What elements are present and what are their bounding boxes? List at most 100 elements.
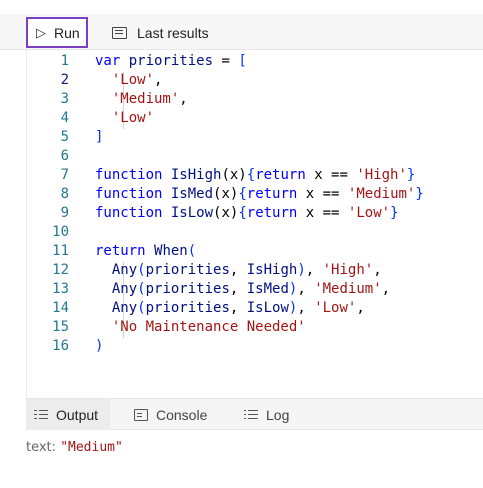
line-number: 14 — [52, 300, 69, 316]
code-text: function IsMed(x){return x == 'Medium'} — [95, 186, 424, 202]
code-token: = — [213, 53, 239, 69]
code-token: ) — [297, 262, 306, 278]
code-token: 'Medium' — [111, 91, 180, 107]
bottom-tabbar: Output Console Log — [26, 398, 483, 430]
code-token: priorities — [128, 53, 214, 69]
code-token: Any — [111, 281, 138, 297]
code-line[interactable]: 3 'Medium', — [27, 91, 483, 110]
code-text: Any(priorities, IsHigh), 'High', — [95, 262, 382, 278]
code-token: Any — [111, 262, 138, 278]
code-token: priorities — [145, 281, 230, 297]
code-token: 'Low' — [314, 300, 357, 316]
line-number: 7 — [60, 167, 69, 183]
run-button[interactable]: ▷ Run — [26, 17, 88, 48]
code-token: 'Low' — [347, 205, 391, 221]
code-token: ) — [95, 338, 104, 354]
code-token: IsLow — [170, 205, 214, 221]
code-token: priorities — [145, 262, 230, 278]
code-line[interactable]: 5] — [27, 129, 483, 148]
code-token: } — [415, 186, 424, 202]
code-token: , — [373, 262, 382, 278]
code-token: return — [255, 167, 306, 183]
code-token: ] — [95, 129, 104, 145]
code-token: IsHigh — [246, 262, 298, 278]
log-icon — [244, 409, 258, 421]
line-number: 9 — [60, 205, 69, 221]
code-token: } — [390, 205, 399, 221]
code-token: , — [229, 262, 247, 278]
code-token: { — [238, 186, 247, 202]
code-text: ] — [95, 129, 103, 145]
code-token: (x) — [221, 167, 247, 183]
code-line[interactable]: 2 'Low', — [27, 72, 483, 91]
run-button-label: Run — [54, 24, 80, 41]
code-token: { — [238, 205, 247, 221]
code-line[interactable]: 10 — [27, 224, 483, 243]
code-token: function — [95, 186, 163, 202]
line-number: 10 — [52, 224, 69, 240]
code-editor[interactable]: 1 var priorities = [2 'Low', 3 'Medium', 4 … — [26, 50, 483, 398]
code-text: 'Low', — [95, 72, 163, 88]
code-token: 'Medium' — [347, 186, 416, 202]
code-token: , — [381, 281, 391, 297]
code-line[interactable]: 7 function IsHigh(x){return x == 'High'} — [27, 167, 483, 186]
results-icon — [112, 26, 127, 39]
code-token: , — [229, 300, 247, 316]
code-line[interactable]: 8 function IsMed(x){return x == 'Medium'} — [27, 186, 483, 205]
code-line[interactable]: 6 — [27, 148, 483, 167]
code-token: 'Low' — [111, 110, 155, 126]
code-line[interactable]: 14 Any(priorities, IsLow), 'Low', — [27, 300, 483, 319]
code-line[interactable]: 1 var priorities = [ — [27, 53, 483, 72]
code-text: 'Medium', — [95, 91, 188, 107]
line-number: 1 — [60, 53, 69, 69]
line-number: 3 — [60, 91, 69, 107]
line-number: 12 — [52, 262, 69, 278]
tab-console-label: Console — [156, 406, 208, 423]
output-key: text: — [26, 440, 57, 455]
output-panel: text: "Medium" — [26, 440, 123, 455]
code-token: , — [297, 281, 315, 297]
code-token: 'High' — [356, 167, 407, 183]
tab-output[interactable]: Output — [26, 399, 110, 430]
code-token: x == — [305, 167, 357, 183]
code-token: , — [229, 281, 247, 297]
code-token: return — [95, 243, 146, 259]
code-text: 'No Maintenance Needed' — [95, 319, 306, 335]
code-token: } — [406, 167, 416, 183]
code-text: Any(priorities, IsMed), 'Medium', — [95, 281, 390, 297]
code-token: (x) — [213, 205, 239, 221]
code-text: function IsLow(x){return x == 'Low'} — [95, 205, 399, 221]
code-line[interactable]: 4 'Low' — [27, 110, 483, 129]
code-line[interactable]: 13 Any(priorities, IsMed), 'Medium', — [27, 281, 483, 300]
code-token: (x) — [213, 186, 239, 202]
code-token: 'Medium' — [314, 281, 382, 297]
tab-output-label: Output — [56, 406, 99, 423]
line-number: 15 — [52, 319, 69, 335]
code-line[interactable]: 15 'No Maintenance Needed' — [27, 319, 483, 338]
code-token: x == — [297, 205, 348, 221]
code-text: ) — [95, 338, 103, 354]
code-token: , — [297, 300, 315, 316]
code-line[interactable]: 16) — [27, 338, 483, 357]
code-line[interactable]: 9 function IsLow(x){return x == 'Low'} — [27, 205, 483, 224]
output-value: "Medium" — [60, 440, 123, 455]
play-icon: ▷ — [36, 24, 46, 40]
code-token: function — [95, 205, 163, 221]
code-text: function IsHigh(x){return x == 'High'} — [95, 167, 415, 183]
code-token: return — [246, 186, 298, 202]
code-token: 'No Maintenance Needed' — [111, 319, 306, 335]
code-line[interactable]: 12 Any(priorities, IsHigh), 'High', — [27, 262, 483, 281]
tab-log[interactable]: Log — [244, 399, 289, 430]
code-token: , — [154, 72, 163, 88]
tab-console[interactable]: Console — [134, 399, 207, 430]
code-token: 'High' — [322, 262, 374, 278]
last-results-button[interactable]: Last results — [100, 17, 209, 48]
code-token: IsMed — [246, 281, 289, 297]
code-line[interactable]: 11 return When( — [27, 243, 483, 262]
last-results-label: Last results — [137, 24, 209, 41]
code-token: return — [246, 205, 298, 221]
